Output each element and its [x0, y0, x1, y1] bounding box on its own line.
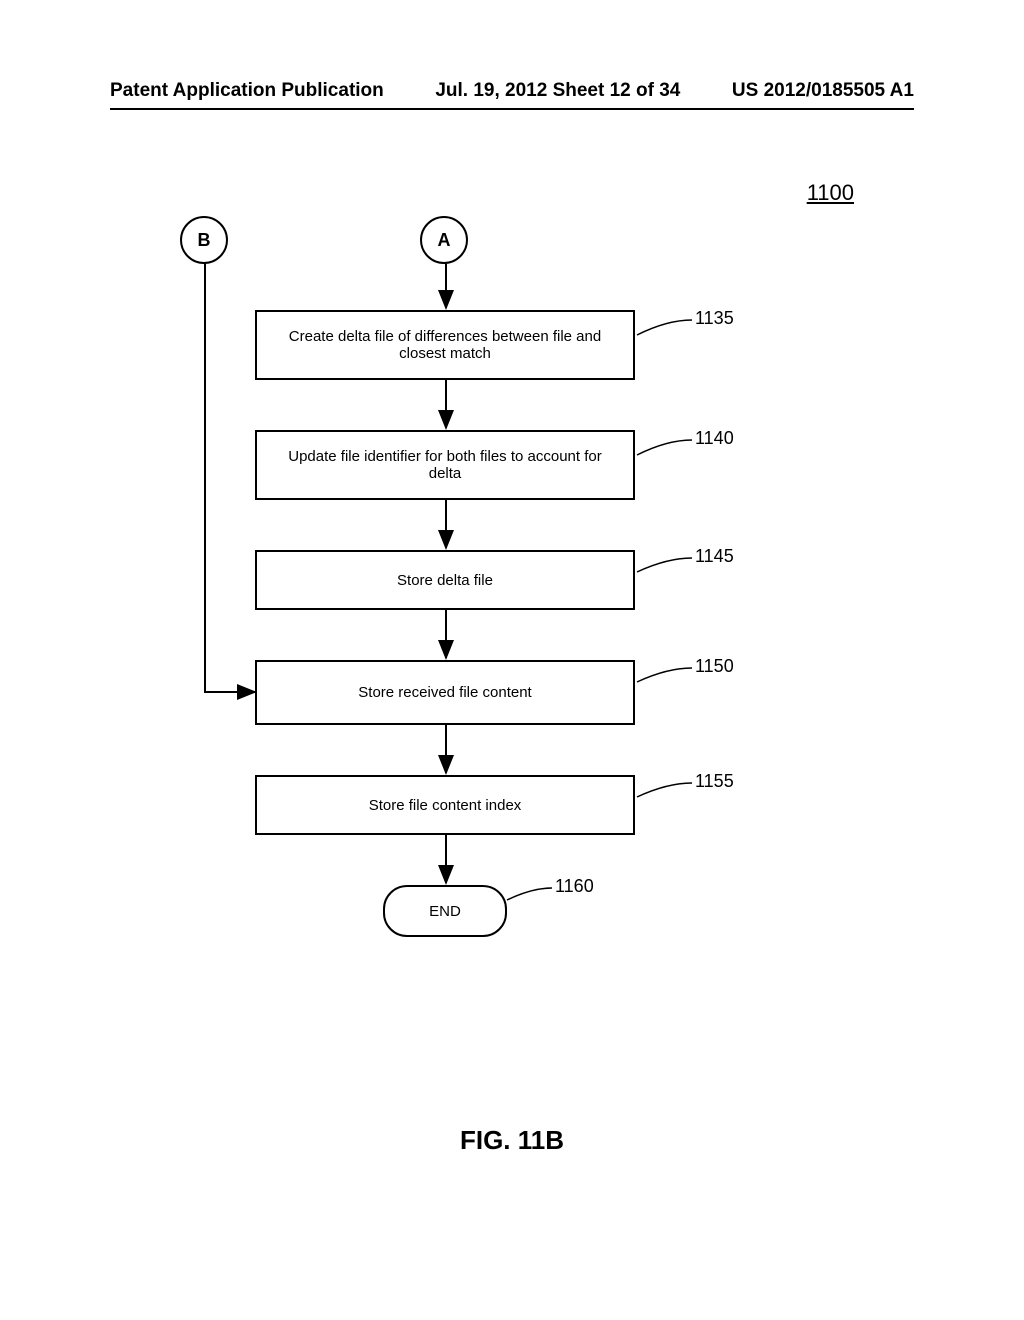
step-store-received-file: Store received file content — [255, 660, 635, 725]
step-store-delta: Store delta file — [255, 550, 635, 610]
flowchart-diagram: 1100 B A Create delta file of difference… — [110, 180, 914, 1080]
header-left: Patent Application Publication — [110, 80, 384, 102]
terminator-end: END — [383, 885, 507, 937]
header-right: US 2012/0185505 A1 — [732, 80, 914, 102]
ref-1140: 1140 — [695, 428, 734, 449]
step-store-index: Store file content index — [255, 775, 635, 835]
ref-1145: 1145 — [695, 546, 734, 567]
ref-1150: 1150 — [695, 656, 734, 677]
connector-b: B — [180, 216, 228, 264]
page-header: Patent Application Publication Jul. 19, … — [0, 80, 1024, 102]
step-update-identifier: Update file identifier for both files to… — [255, 430, 635, 500]
ref-1135: 1135 — [695, 308, 734, 329]
main-reference-number: 1100 — [807, 180, 854, 206]
header-rule — [110, 108, 914, 110]
connector-a: A — [420, 216, 468, 264]
step-create-delta: Create delta file of differences between… — [255, 310, 635, 380]
ref-1160: 1160 — [555, 876, 594, 897]
ref-1155: 1155 — [695, 771, 734, 792]
header-center: Jul. 19, 2012 Sheet 12 of 34 — [435, 80, 680, 102]
figure-label: FIG. 11B — [0, 1125, 1024, 1156]
